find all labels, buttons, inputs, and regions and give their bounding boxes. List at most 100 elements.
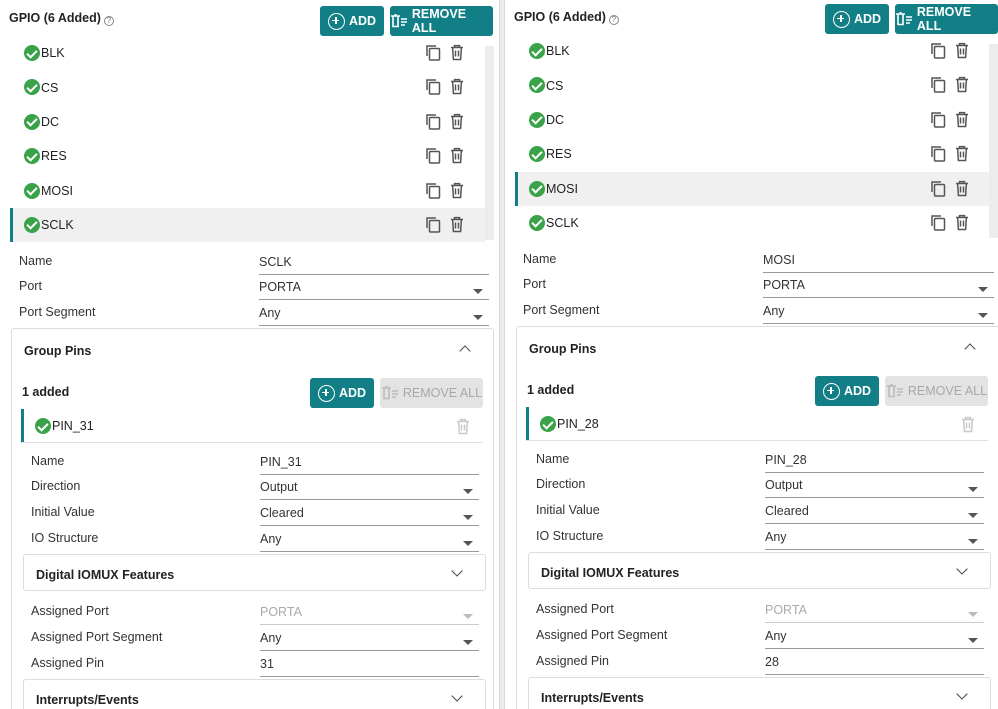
list-item[interactable]: SCLK <box>515 206 990 240</box>
assigned-segment-select[interactable]: Any <box>765 629 984 649</box>
list-item[interactable]: DC <box>10 105 485 139</box>
remove-all-button[interactable]: REMOVE ALL <box>390 6 493 36</box>
trash-icon[interactable] <box>955 42 969 59</box>
trash-icon[interactable] <box>955 76 969 93</box>
remove-all-pins-button[interactable]: REMOVE ALL <box>380 378 483 408</box>
list-item[interactable]: BLK <box>515 34 990 68</box>
assigned-pin-label: Assigned Pin <box>536 654 609 668</box>
help-icon[interactable]: ? <box>608 15 619 25</box>
trash-icon[interactable] <box>450 44 464 61</box>
plus-circle-icon <box>822 382 840 400</box>
trash-icon[interactable] <box>450 147 464 164</box>
remove-all-pins-button[interactable]: REMOVE ALL <box>885 376 988 406</box>
assigned-port-value: PORTA <box>260 605 302 619</box>
assigned-segment-value: Any <box>260 631 282 645</box>
port-segment-select[interactable]: Any <box>259 306 489 326</box>
pin-row[interactable]: PIN_31 <box>21 409 483 443</box>
caret-down-icon <box>463 541 473 546</box>
list-scrollbar[interactable] <box>989 44 998 238</box>
io-structure-select[interactable]: Any <box>765 530 984 550</box>
port-segment-label: Port Segment <box>19 305 96 319</box>
assigned-pin-input[interactable]: 31 <box>260 657 479 677</box>
copy-icon[interactable] <box>930 214 946 231</box>
help-icon[interactable]: ? <box>103 16 114 26</box>
add-button[interactable]: ADD <box>320 6 384 36</box>
assigned-pin-input[interactable]: 28 <box>765 655 984 675</box>
port-select[interactable]: PORTA <box>259 280 489 300</box>
copy-icon[interactable] <box>425 182 441 199</box>
trash-icon[interactable] <box>961 416 975 433</box>
list-item[interactable]: BLK <box>10 36 485 70</box>
assigned-segment-label: Assigned Port Segment <box>31 630 163 644</box>
copy-icon[interactable] <box>930 145 946 162</box>
caret-down-icon <box>968 487 978 492</box>
list-scrollbar[interactable] <box>485 46 494 240</box>
gpio-title: GPIO (6 Added)? <box>514 10 619 25</box>
copy-icon[interactable] <box>930 76 946 94</box>
initial-value-field: Initial Value Cleared <box>31 503 481 526</box>
name-input[interactable]: MOSI <box>763 253 994 273</box>
port-label: Port <box>523 277 546 291</box>
list-item[interactable]: DC <box>515 103 990 137</box>
name-field: Name SCLK <box>19 252 489 275</box>
trash-icon[interactable] <box>955 111 969 128</box>
check-circle-icon <box>529 180 545 197</box>
copy-icon[interactable] <box>425 216 441 233</box>
interrupts-events-title: Interrupts/Events <box>36 693 139 707</box>
digital-iomux-section[interactable]: Digital IOMUX Features <box>23 554 486 591</box>
port-segment-select[interactable]: Any <box>763 304 994 324</box>
trash-icon[interactable] <box>450 78 464 95</box>
copy-icon[interactable] <box>930 42 946 59</box>
gpio-panel-left: GPIO (6 Added)? ADD REMOVE ALL BLK CS DC RE… <box>0 0 500 709</box>
assigned-segment-select[interactable]: Any <box>260 631 479 651</box>
copy-icon[interactable] <box>425 147 441 164</box>
pin-name-input[interactable]: PIN_31 <box>260 455 479 475</box>
initial-value-select[interactable]: Cleared <box>765 504 984 524</box>
name-input[interactable]: SCLK <box>259 255 489 275</box>
remove-all-button[interactable]: REMOVE ALL <box>895 4 998 34</box>
interrupts-events-section[interactable]: Interrupts/Events <box>528 677 991 709</box>
copy-icon[interactable] <box>425 113 441 130</box>
trash-icon[interactable] <box>955 145 969 162</box>
check-circle-icon <box>540 416 556 432</box>
copy-icon[interactable] <box>425 44 441 61</box>
direction-select[interactable]: Output <box>260 480 479 500</box>
trash-icon[interactable] <box>450 113 464 130</box>
copy-icon[interactable] <box>425 78 441 96</box>
digital-iomux-title: Digital IOMUX Features <box>36 568 175 582</box>
list-item[interactable]: MOSI <box>10 174 485 208</box>
direction-select[interactable]: Output <box>765 478 984 498</box>
add-pin-button[interactable]: ADD <box>310 378 374 408</box>
pin-row[interactable]: PIN_28 <box>526 407 988 441</box>
list-item[interactable]: RES <box>10 139 485 173</box>
name-field: Name MOSI <box>523 250 994 273</box>
copy-icon[interactable] <box>930 111 946 128</box>
list-item[interactable]: CS <box>10 70 485 104</box>
trash-icon[interactable] <box>955 180 969 197</box>
chevron-up-icon[interactable] <box>459 345 471 357</box>
assigned-port-field: Assigned Port PORTA <box>536 600 986 623</box>
list-item-label: RES <box>41 149 67 164</box>
interrupts-events-section[interactable]: Interrupts/Events <box>23 679 486 709</box>
initial-value-select[interactable]: Cleared <box>260 506 479 526</box>
chevron-up-icon[interactable] <box>964 343 976 355</box>
port-select[interactable]: PORTA <box>763 278 994 298</box>
trash-icon[interactable] <box>456 418 470 435</box>
io-structure-select[interactable]: Any <box>260 532 479 552</box>
direction-label: Direction <box>31 479 81 493</box>
trash-icon[interactable] <box>450 182 464 199</box>
trash-icon[interactable] <box>450 216 464 233</box>
check-circle-icon <box>35 418 51 434</box>
name-label: Name <box>523 252 557 266</box>
trash-icon[interactable] <box>955 214 969 231</box>
pin-name-input[interactable]: PIN_28 <box>765 453 984 473</box>
list-item[interactable]: MOSI <box>515 171 990 207</box>
list-item[interactable]: CS <box>515 68 990 102</box>
list-item[interactable]: SCLK <box>10 207 485 243</box>
add-pin-button[interactable]: ADD <box>815 376 879 406</box>
digital-iomux-section[interactable]: Digital IOMUX Features <box>528 552 991 589</box>
chevron-down-icon <box>451 565 463 577</box>
add-button[interactable]: ADD <box>825 4 889 34</box>
list-item[interactable]: RES <box>515 137 990 171</box>
copy-icon[interactable] <box>930 180 946 197</box>
